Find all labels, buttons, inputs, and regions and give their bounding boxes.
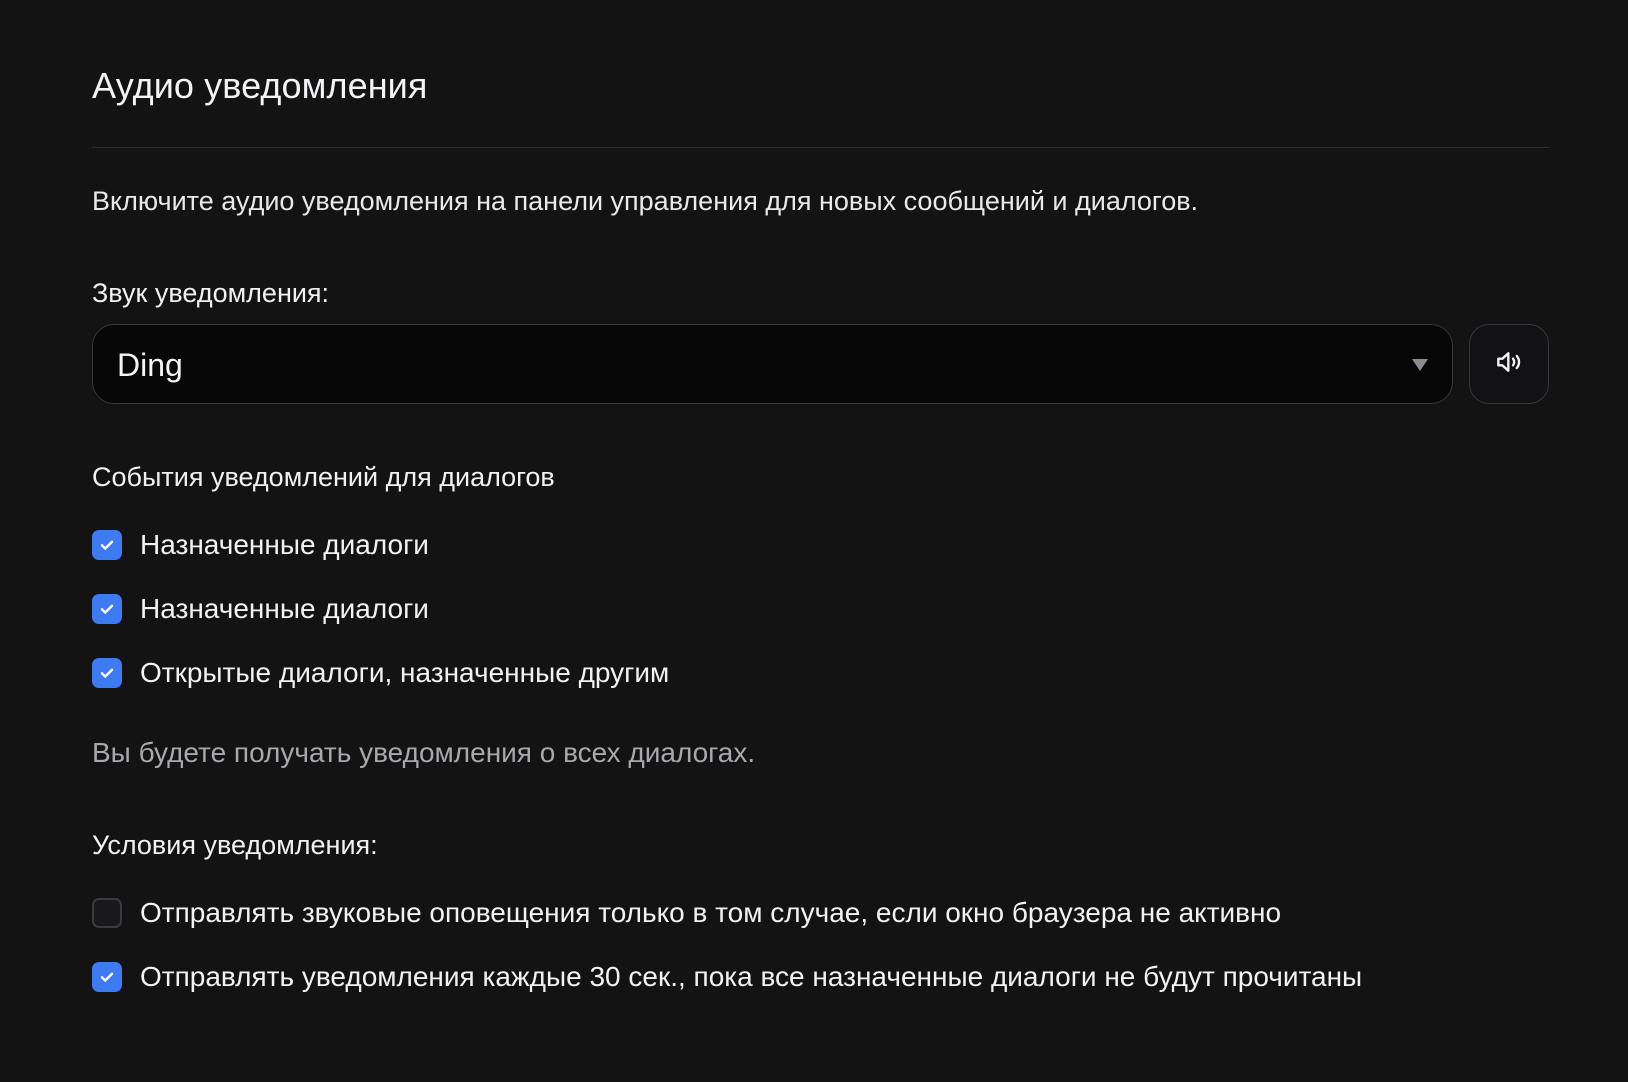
- event-assigned-row-2[interactable]: Назначенные диалоги: [92, 591, 429, 627]
- chevron-down-icon: [1412, 359, 1428, 371]
- speaker-icon: [1493, 346, 1525, 383]
- condition-repeat-label: Отправлять уведомления каждые 30 сек., п…: [140, 961, 1363, 992]
- sound-select-value: Ding: [117, 347, 183, 383]
- checkmark-icon: [100, 604, 114, 614]
- event-open-others-checkbox[interactable]: [92, 658, 122, 688]
- checkmark-icon: [100, 540, 114, 550]
- condition-repeat-row[interactable]: Отправлять уведомления каждые 30 сек., п…: [92, 959, 1362, 995]
- event-assigned-label-1: Назначенные диалоги: [140, 529, 429, 560]
- condition-browser-inactive-row[interactable]: Отправлять звуковые оповещения только в …: [92, 895, 1281, 931]
- title-divider: [92, 147, 1549, 148]
- event-assigned-row-1[interactable]: Назначенные диалоги: [92, 527, 429, 563]
- event-open-others-row[interactable]: Открытые диалоги, назначенные другим: [92, 655, 669, 691]
- sound-select[interactable]: Ding: [92, 324, 1453, 404]
- event-assigned-label-2: Назначенные диалоги: [140, 593, 429, 624]
- event-open-others-label: Открытые диалоги, назначенные другим: [140, 657, 670, 688]
- conditions-label: Условия уведомления:: [92, 830, 378, 860]
- event-assigned-checkbox-2[interactable]: [92, 594, 122, 624]
- checkmark-icon: [100, 668, 114, 678]
- checkmark-icon: [100, 972, 114, 982]
- sound-select-row: Ding: [92, 324, 1549, 406]
- section-description: Включите аудио уведомления на панели упр…: [92, 186, 1199, 216]
- events-hint: Вы будете получать уведомления о всех ди…: [92, 737, 756, 768]
- condition-repeat-checkbox[interactable]: [92, 962, 122, 992]
- events-label: События уведомлений для диалогов: [92, 462, 555, 492]
- event-assigned-checkbox-1[interactable]: [92, 530, 122, 560]
- section-title: Аудио уведомления: [92, 65, 428, 106]
- sound-label: Звук уведомления:: [92, 278, 330, 308]
- condition-browser-inactive-checkbox[interactable]: [92, 898, 122, 928]
- condition-browser-inactive-label: Отправлять звуковые оповещения только в …: [140, 897, 1282, 928]
- play-sound-button[interactable]: [1469, 324, 1549, 404]
